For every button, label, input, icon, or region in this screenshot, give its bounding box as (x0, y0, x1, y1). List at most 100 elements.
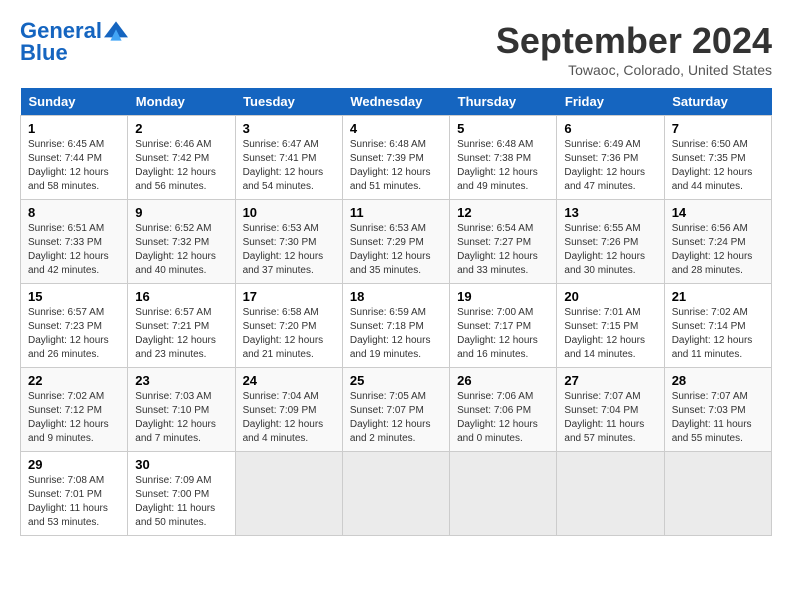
header-thursday: Thursday (450, 88, 557, 116)
calendar-cell: 17 Sunrise: 6:58 AM Sunset: 7:20 PM Dayl… (235, 284, 342, 368)
cell-info: Sunrise: 7:07 AM Sunset: 7:04 PM Dayligh… (564, 390, 656, 446)
day-number: 10 (243, 205, 335, 220)
calendar-cell: 14 Sunrise: 6:56 AM Sunset: 7:24 PM Dayl… (664, 200, 771, 284)
day-number: 28 (672, 373, 764, 388)
cell-info: Sunrise: 6:49 AM Sunset: 7:36 PM Dayligh… (564, 138, 656, 194)
calendar-cell: 28 Sunrise: 7:07 AM Sunset: 7:03 PM Dayl… (664, 368, 771, 452)
cell-info: Sunrise: 6:50 AM Sunset: 7:35 PM Dayligh… (672, 138, 764, 194)
cell-info: Sunrise: 6:52 AM Sunset: 7:32 PM Dayligh… (135, 222, 227, 278)
calendar-cell: 6 Sunrise: 6:49 AM Sunset: 7:36 PM Dayli… (557, 116, 664, 200)
day-number: 15 (28, 289, 120, 304)
day-number: 30 (135, 457, 227, 472)
calendar-cell: 26 Sunrise: 7:06 AM Sunset: 7:06 PM Dayl… (450, 368, 557, 452)
calendar-cell: 21 Sunrise: 7:02 AM Sunset: 7:14 PM Dayl… (664, 284, 771, 368)
calendar-cell: 8 Sunrise: 6:51 AM Sunset: 7:33 PM Dayli… (21, 200, 128, 284)
cell-info: Sunrise: 6:48 AM Sunset: 7:39 PM Dayligh… (350, 138, 442, 194)
day-number: 21 (672, 289, 764, 304)
calendar-cell: 7 Sunrise: 6:50 AM Sunset: 7:35 PM Dayli… (664, 116, 771, 200)
day-number: 1 (28, 121, 120, 136)
day-number: 6 (564, 121, 656, 136)
day-number: 14 (672, 205, 764, 220)
cell-info: Sunrise: 7:08 AM Sunset: 7:01 PM Dayligh… (28, 474, 120, 530)
cell-info: Sunrise: 6:45 AM Sunset: 7:44 PM Dayligh… (28, 138, 120, 194)
day-number: 12 (457, 205, 549, 220)
day-number: 25 (350, 373, 442, 388)
cell-info: Sunrise: 7:02 AM Sunset: 7:14 PM Dayligh… (672, 306, 764, 362)
weekday-header-row: Sunday Monday Tuesday Wednesday Thursday… (21, 88, 772, 116)
day-number: 18 (350, 289, 442, 304)
calendar-cell: 11 Sunrise: 6:53 AM Sunset: 7:29 PM Dayl… (342, 200, 449, 284)
cell-info: Sunrise: 6:59 AM Sunset: 7:18 PM Dayligh… (350, 306, 442, 362)
day-number: 11 (350, 205, 442, 220)
day-number: 20 (564, 289, 656, 304)
month-title: September 2024 (496, 20, 772, 62)
calendar-cell (664, 452, 771, 536)
day-number: 24 (243, 373, 335, 388)
calendar-cell: 29 Sunrise: 7:08 AM Sunset: 7:01 PM Dayl… (21, 452, 128, 536)
title-block: September 2024 Towaoc, Colorado, United … (496, 20, 772, 78)
cell-info: Sunrise: 6:53 AM Sunset: 7:29 PM Dayligh… (350, 222, 442, 278)
cell-info: Sunrise: 6:58 AM Sunset: 7:20 PM Dayligh… (243, 306, 335, 362)
day-number: 17 (243, 289, 335, 304)
calendar-cell: 3 Sunrise: 6:47 AM Sunset: 7:41 PM Dayli… (235, 116, 342, 200)
calendar-cell: 5 Sunrise: 6:48 AM Sunset: 7:38 PM Dayli… (450, 116, 557, 200)
calendar-row: 15 Sunrise: 6:57 AM Sunset: 7:23 PM Dayl… (21, 284, 772, 368)
logo: General Blue (20, 20, 128, 64)
calendar-row: 1 Sunrise: 6:45 AM Sunset: 7:44 PM Dayli… (21, 116, 772, 200)
header-wednesday: Wednesday (342, 88, 449, 116)
calendar-cell: 9 Sunrise: 6:52 AM Sunset: 7:32 PM Dayli… (128, 200, 235, 284)
location-subtitle: Towaoc, Colorado, United States (496, 62, 772, 78)
cell-info: Sunrise: 7:03 AM Sunset: 7:10 PM Dayligh… (135, 390, 227, 446)
day-number: 22 (28, 373, 120, 388)
cell-info: Sunrise: 7:02 AM Sunset: 7:12 PM Dayligh… (28, 390, 120, 446)
calendar-cell: 15 Sunrise: 6:57 AM Sunset: 7:23 PM Dayl… (21, 284, 128, 368)
calendar-cell (342, 452, 449, 536)
cell-info: Sunrise: 6:57 AM Sunset: 7:23 PM Dayligh… (28, 306, 120, 362)
calendar-row: 8 Sunrise: 6:51 AM Sunset: 7:33 PM Dayli… (21, 200, 772, 284)
cell-info: Sunrise: 6:57 AM Sunset: 7:21 PM Dayligh… (135, 306, 227, 362)
day-number: 13 (564, 205, 656, 220)
cell-info: Sunrise: 7:00 AM Sunset: 7:17 PM Dayligh… (457, 306, 549, 362)
header-monday: Monday (128, 88, 235, 116)
day-number: 23 (135, 373, 227, 388)
calendar-cell: 2 Sunrise: 6:46 AM Sunset: 7:42 PM Dayli… (128, 116, 235, 200)
calendar-cell: 19 Sunrise: 7:00 AM Sunset: 7:17 PM Dayl… (450, 284, 557, 368)
calendar-cell: 30 Sunrise: 7:09 AM Sunset: 7:00 PM Dayl… (128, 452, 235, 536)
calendar-table: Sunday Monday Tuesday Wednesday Thursday… (20, 88, 772, 536)
header-sunday: Sunday (21, 88, 128, 116)
calendar-cell: 23 Sunrise: 7:03 AM Sunset: 7:10 PM Dayl… (128, 368, 235, 452)
cell-info: Sunrise: 7:09 AM Sunset: 7:00 PM Dayligh… (135, 474, 227, 530)
cell-info: Sunrise: 6:55 AM Sunset: 7:26 PM Dayligh… (564, 222, 656, 278)
day-number: 7 (672, 121, 764, 136)
day-number: 27 (564, 373, 656, 388)
logo-text-blue: Blue (20, 42, 128, 64)
day-number: 29 (28, 457, 120, 472)
calendar-row: 22 Sunrise: 7:02 AM Sunset: 7:12 PM Dayl… (21, 368, 772, 452)
day-number: 9 (135, 205, 227, 220)
day-number: 26 (457, 373, 549, 388)
day-number: 19 (457, 289, 549, 304)
cell-info: Sunrise: 6:51 AM Sunset: 7:33 PM Dayligh… (28, 222, 120, 278)
cell-info: Sunrise: 7:04 AM Sunset: 7:09 PM Dayligh… (243, 390, 335, 446)
calendar-cell: 1 Sunrise: 6:45 AM Sunset: 7:44 PM Dayli… (21, 116, 128, 200)
calendar-cell: 13 Sunrise: 6:55 AM Sunset: 7:26 PM Dayl… (557, 200, 664, 284)
cell-info: Sunrise: 6:54 AM Sunset: 7:27 PM Dayligh… (457, 222, 549, 278)
day-number: 8 (28, 205, 120, 220)
day-number: 2 (135, 121, 227, 136)
cell-info: Sunrise: 6:48 AM Sunset: 7:38 PM Dayligh… (457, 138, 549, 194)
header-tuesday: Tuesday (235, 88, 342, 116)
calendar-cell: 27 Sunrise: 7:07 AM Sunset: 7:04 PM Dayl… (557, 368, 664, 452)
cell-info: Sunrise: 6:46 AM Sunset: 7:42 PM Dayligh… (135, 138, 227, 194)
header-friday: Friday (557, 88, 664, 116)
calendar-cell: 16 Sunrise: 6:57 AM Sunset: 7:21 PM Dayl… (128, 284, 235, 368)
cell-info: Sunrise: 7:07 AM Sunset: 7:03 PM Dayligh… (672, 390, 764, 446)
logo-icon (104, 21, 128, 41)
cell-info: Sunrise: 6:47 AM Sunset: 7:41 PM Dayligh… (243, 138, 335, 194)
cell-info: Sunrise: 7:06 AM Sunset: 7:06 PM Dayligh… (457, 390, 549, 446)
calendar-cell (235, 452, 342, 536)
calendar-cell: 18 Sunrise: 6:59 AM Sunset: 7:18 PM Dayl… (342, 284, 449, 368)
header: General Blue September 2024 Towaoc, Colo… (20, 20, 772, 78)
calendar-row: 29 Sunrise: 7:08 AM Sunset: 7:01 PM Dayl… (21, 452, 772, 536)
calendar-cell: 12 Sunrise: 6:54 AM Sunset: 7:27 PM Dayl… (450, 200, 557, 284)
calendar-cell: 10 Sunrise: 6:53 AM Sunset: 7:30 PM Dayl… (235, 200, 342, 284)
